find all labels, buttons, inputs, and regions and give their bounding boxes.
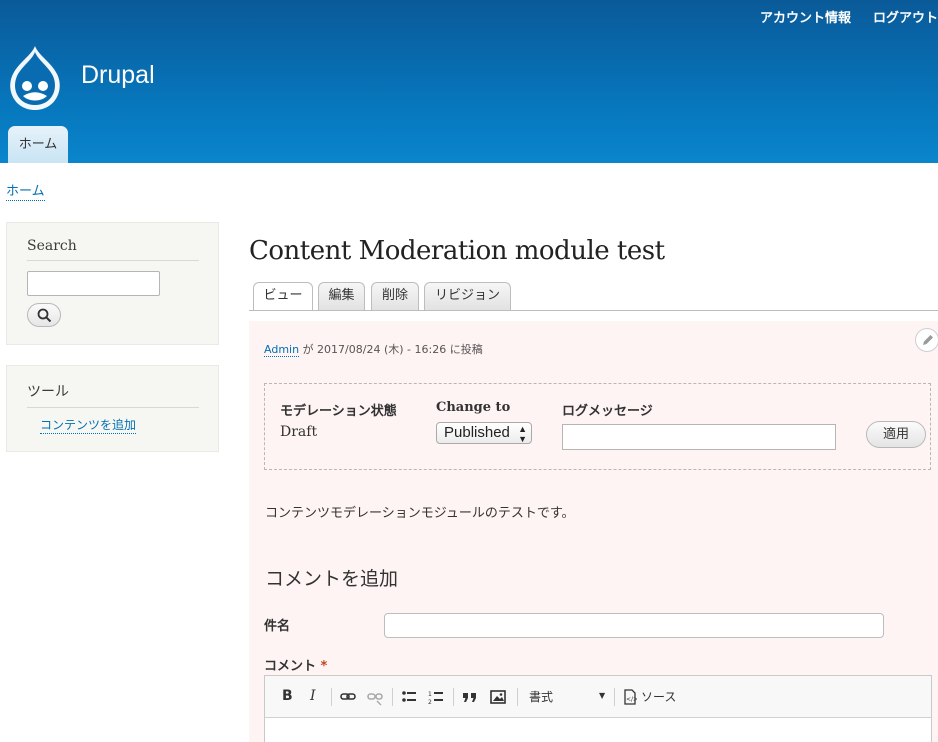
source-icon[interactable]: </>	[623, 688, 637, 706]
tab-revisions[interactable]: リビジョン	[424, 282, 511, 310]
submitted-info: Admin が 2017/08/24 (木) - 16:26 に投稿	[264, 341, 483, 357]
change-to-select[interactable]: Published ▲ ▼	[436, 422, 532, 444]
apply-button[interactable]: 適用	[866, 421, 926, 448]
tabs-divider	[249, 310, 938, 311]
contextual-edit-button[interactable]	[915, 328, 938, 352]
svg-text:1: 1	[428, 691, 432, 698]
site-name[interactable]: Drupal	[81, 61, 155, 90]
format-dropdown[interactable]: 書式	[529, 688, 553, 705]
subject-label: 件名	[264, 619, 291, 634]
numbered-list-icon[interactable]: 1 2	[428, 688, 444, 706]
tab-delete[interactable]: 削除	[371, 282, 419, 310]
comment-label-wrap: コメント *	[264, 655, 327, 674]
toolbar-separator	[331, 688, 332, 706]
moderation-state-label: モデレーション状態	[280, 404, 397, 419]
pencil-icon	[923, 335, 933, 345]
search-input[interactable]	[27, 271, 160, 296]
search-block-title: Search	[27, 238, 199, 261]
bulleted-list-icon[interactable]	[401, 688, 417, 706]
tab-view[interactable]: ビュー	[253, 282, 313, 311]
account-link[interactable]: アカウント情報	[760, 7, 851, 25]
subject-input[interactable]	[384, 613, 884, 638]
source-button[interactable]: ソース	[641, 688, 676, 705]
bold-button[interactable]: B	[282, 688, 293, 706]
search-block: Search	[6, 222, 219, 345]
comment-label: コメント	[264, 659, 317, 674]
moderation-state-value: Draft	[280, 424, 318, 440]
chevron-down-icon[interactable]: ▼	[599, 691, 605, 700]
node-body: コンテンツモデレーションモジュールのテストです。	[265, 506, 575, 521]
image-icon[interactable]	[490, 688, 506, 706]
change-to-label: Change to	[436, 400, 511, 415]
tools-block-title: ツール	[27, 381, 199, 408]
add-content-link[interactable]: コンテンツを追加	[40, 417, 137, 434]
submitted-date: が 2017/08/24 (木) - 16:26 に投稿	[302, 343, 483, 356]
tools-block: ツール コンテンツを追加	[6, 365, 219, 452]
comment-editor[interactable]: B I 1 2 書式 ▼ </> ソース	[264, 675, 932, 742]
log-message-label: ログメッセージ	[562, 404, 653, 419]
link-icon[interactable]	[340, 688, 356, 706]
comment-form-heading: コメントを追加	[265, 568, 399, 590]
toolbar-separator	[614, 688, 615, 706]
main-menu-home[interactable]: ホーム	[8, 126, 68, 163]
change-to-selected: Published	[444, 424, 510, 441]
search-button[interactable]	[27, 303, 61, 327]
logout-link[interactable]: ログアウト	[873, 7, 938, 25]
blockquote-icon[interactable]	[462, 688, 478, 706]
editor-toolbar: B I 1 2 書式 ▼ </> ソース	[265, 676, 931, 718]
toolbar-separator	[392, 688, 393, 706]
author-link[interactable]: Admin	[264, 343, 300, 357]
unlink-icon[interactable]	[367, 688, 383, 706]
page-title: Content Moderation module test	[249, 236, 665, 266]
toolbar-separator	[517, 688, 518, 706]
search-icon	[37, 308, 52, 323]
drupal-logo-icon[interactable]	[5, 44, 65, 114]
tab-edit[interactable]: 編集	[318, 282, 365, 310]
svg-text:</>: </>	[626, 696, 637, 703]
toolbar-separator	[453, 688, 454, 706]
site-header: アカウント情報 ログアウト Drupal ホーム	[0, 0, 938, 163]
secondary-menu: アカウント情報 ログアウト	[738, 7, 938, 25]
log-message-input[interactable]	[562, 424, 836, 450]
svg-text:2: 2	[428, 699, 432, 706]
italic-button[interactable]: I	[310, 688, 316, 706]
select-arrows-icon: ▲ ▼	[518, 424, 527, 444]
required-marker: *	[320, 659, 328, 674]
breadcrumb-home[interactable]: ホーム	[6, 183, 45, 201]
